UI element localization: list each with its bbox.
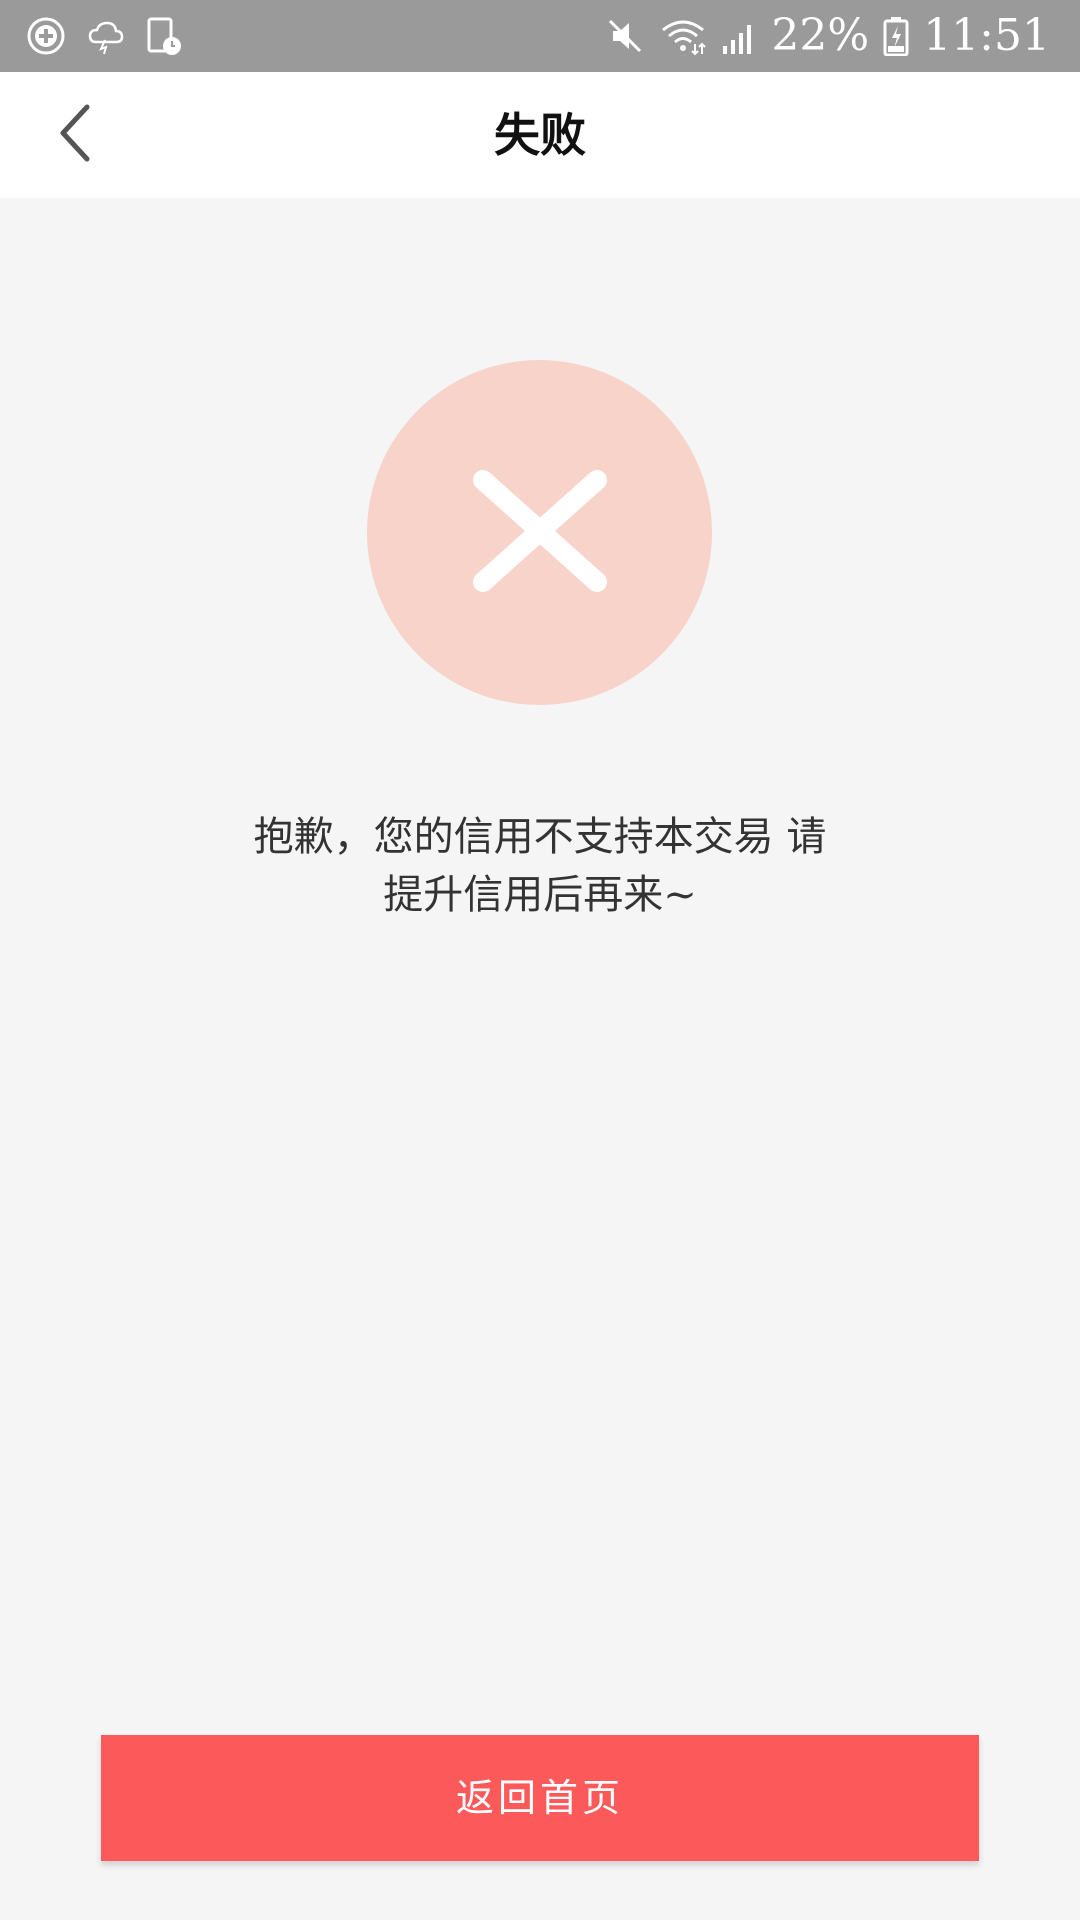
wifi-icon [659, 16, 707, 56]
screen-clock-icon [146, 16, 182, 56]
fail-status-circle [367, 360, 712, 705]
page-title: 失败 [494, 108, 586, 162]
cloud-icon [86, 16, 126, 56]
failure-message: 抱歉，您的信用不支持本交易 请 提升信用后再来~ [150, 808, 930, 924]
add-circle-icon [26, 16, 66, 56]
mute-icon [605, 16, 645, 56]
failure-message-line2: 提升信用后再来~ [383, 872, 697, 918]
status-right: 22% 11:51 [605, 10, 1050, 62]
status-left [26, 14, 182, 58]
status-time: 11:51 [923, 10, 1050, 61]
failure-message-line1: 抱歉，您的信用不支持本交易 请 [253, 814, 827, 860]
battery-icon [883, 16, 909, 56]
screen: 22% 11:51 失败 抱歉，您的信用不支持本交易 请 提升信用后再来~ 返回… [0, 0, 1080, 1920]
status-bar: 22% 11:51 [0, 0, 1080, 72]
signal-icon [721, 16, 757, 56]
nav-bar: 失败 [0, 72, 1080, 198]
close-icon [465, 466, 615, 600]
battery-percent: 22% [771, 10, 870, 61]
return-home-button[interactable]: 返回首页 [101, 1735, 979, 1861]
